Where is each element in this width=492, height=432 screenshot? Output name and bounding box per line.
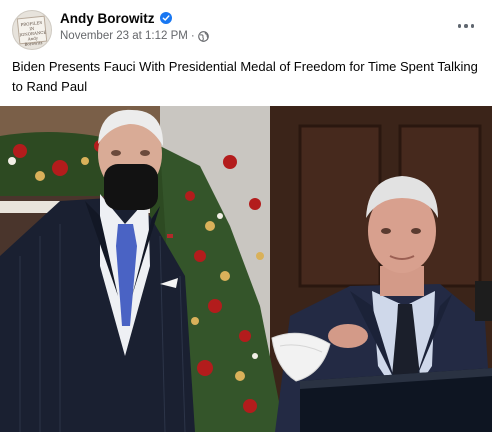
post-caption: Biden Presents Fauci With Presidential M…	[12, 59, 478, 94]
photo-illustration	[0, 106, 492, 432]
post-header: PROFILES IN IGNORANCE Andy Borowitz Andy…	[0, 0, 492, 52]
verified-badge-icon	[159, 12, 172, 24]
post-meta: November 23 at 1:12 PM ·	[60, 30, 209, 42]
author-row: Andy Borowitz	[60, 9, 172, 27]
more-options-icon[interactable]	[454, 14, 478, 38]
avatar[interactable]: PROFILES IN IGNORANCE Andy Borowitz	[12, 10, 52, 50]
post-timestamp[interactable]: November 23 at 1:12 PM	[60, 30, 188, 42]
globe-icon[interactable]	[197, 30, 209, 42]
meta-separator: ·	[190, 30, 195, 42]
author-name[interactable]: Andy Borowitz	[60, 11, 155, 26]
post-photo[interactable]	[0, 106, 492, 432]
facebook-post: PROFILES IN IGNORANCE Andy Borowitz Andy…	[0, 0, 492, 432]
avatar-book-logo: PROFILES IN IGNORANCE Andy Borowitz	[16, 15, 48, 47]
